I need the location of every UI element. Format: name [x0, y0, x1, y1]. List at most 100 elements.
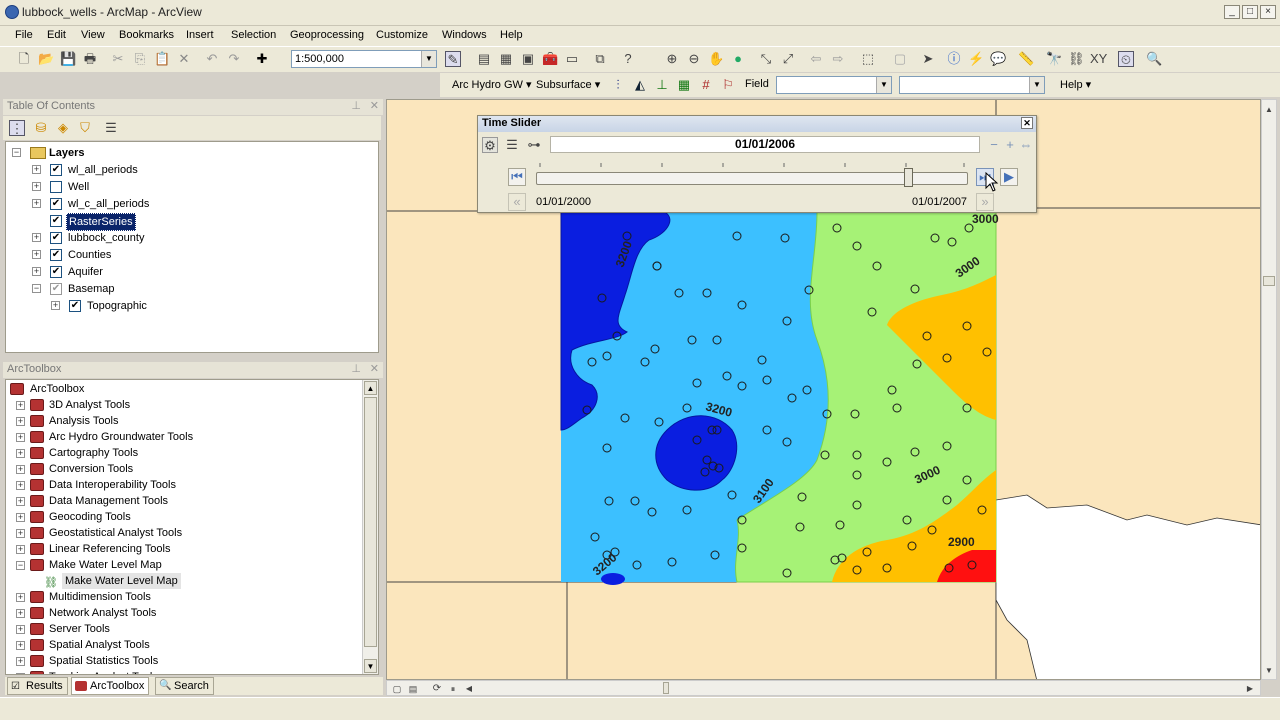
chevron-down-icon[interactable]: ▼ [1029, 77, 1044, 93]
expand-icon[interactable]: + [32, 233, 41, 242]
expand-icon[interactable]: + [16, 641, 25, 650]
layer-visibility-checkbox[interactable]: ✔ [50, 249, 62, 261]
section-icon[interactable]: # [698, 77, 714, 93]
close-icon[interactable]: ✕ [1021, 117, 1033, 129]
menu-view[interactable]: View [81, 29, 105, 41]
menu-file[interactable]: File [15, 29, 33, 41]
delete-icon[interactable]: ✕ [176, 51, 192, 67]
field-combo[interactable]: ▼ [776, 76, 892, 94]
layer-visibility-checkbox[interactable]: ✔ [69, 300, 81, 312]
expand-icon[interactable]: + [16, 545, 25, 554]
time-window-icon[interactable]: ⊶ [526, 137, 542, 153]
data-view-icon[interactable]: ▤ [407, 681, 419, 695]
expand-icon[interactable]: + [16, 417, 25, 426]
fixed-zoom-in-icon[interactable]: ⤡ [758, 51, 774, 67]
python-window-icon[interactable]: ▭ [564, 51, 580, 67]
map-display[interactable]: 3200 3000 3000 3200 3100 3000 2900 3200 … [386, 99, 1261, 680]
expand-icon[interactable]: + [16, 513, 25, 522]
current-date-field[interactable]: 01/01/2006 [550, 136, 980, 153]
scroll-left-icon[interactable]: ◀ [463, 681, 475, 695]
expand-icon[interactable]: + [16, 401, 25, 410]
select-elements-icon[interactable]: ➤ [920, 51, 936, 67]
catalog-icon[interactable]: ▦ [498, 51, 514, 67]
expand-icon[interactable]: + [16, 481, 25, 490]
expand-icon[interactable]: + [16, 529, 25, 538]
well-icon[interactable]: ⊥ [654, 77, 670, 93]
time-list-icon[interactable]: ☰ [504, 137, 520, 153]
close-button[interactable]: × [1260, 5, 1276, 19]
map-scale-combo[interactable]: 1:500,000 ▼ [291, 50, 437, 68]
whats-this-icon[interactable]: ? [620, 51, 636, 67]
pan-icon[interactable]: ✋ [708, 51, 724, 67]
scroll-down-icon[interactable]: ▼ [1263, 663, 1275, 675]
back-extent-icon[interactable]: ⇦ [808, 51, 824, 67]
flag-icon[interactable]: ⚐ [720, 77, 736, 93]
toolbox-scrollbar[interactable]: ▲ ▼ [362, 380, 378, 674]
measure-icon[interactable]: 📏 [1018, 51, 1034, 67]
expand-icon[interactable]: + [16, 673, 25, 674]
list-by-source-icon[interactable]: ⛁ [33, 120, 49, 136]
toolbox-icon[interactable]: 🧰 [542, 51, 558, 67]
editor-toolbar-icon[interactable]: ✎ [445, 51, 461, 67]
scroll-up-icon[interactable]: ▲ [364, 381, 377, 395]
expand-icon[interactable]: + [32, 199, 41, 208]
find-icon[interactable]: 🔭 [1046, 51, 1062, 67]
scroll-thumb[interactable] [663, 682, 669, 694]
forward-extent-icon[interactable]: ⇨ [830, 51, 846, 67]
search-window-icon[interactable]: ▣ [520, 51, 536, 67]
maximize-button[interactable]: □ [1242, 5, 1258, 19]
profile-icon[interactable]: ◭ [632, 77, 648, 93]
menu-edit[interactable]: Edit [47, 29, 66, 41]
identify-icon[interactable]: ⓘ [946, 51, 962, 67]
full-extent-icon[interactable]: ● [730, 51, 746, 67]
create-viewer-icon[interactable]: 🔍 [1146, 51, 1162, 67]
time-slider-titlebar[interactable]: Time Slider ✕ [478, 116, 1036, 132]
go-to-xy-icon[interactable]: XY [1090, 51, 1107, 67]
layer-visibility-checkbox[interactable] [50, 181, 62, 193]
expand-icon[interactable]: + [16, 465, 25, 474]
go-to-start-icon[interactable]: ⏮ [508, 168, 526, 186]
time-options-icon[interactable]: ⚙ [482, 137, 498, 153]
list-by-drawing-order-icon[interactable]: ⋮ [9, 120, 25, 136]
menu-bookmarks[interactable]: Bookmarks [119, 29, 174, 41]
subsurface-menu[interactable]: Subsurface ▾ [536, 78, 600, 91]
find-route-icon[interactable]: ⛓ [1068, 51, 1085, 67]
scroll-right-icon[interactable]: ▶ [1244, 681, 1256, 695]
scroll-down-icon[interactable]: ▼ [364, 659, 377, 673]
menu-insert[interactable]: Insert [186, 29, 214, 41]
hyperlink-icon[interactable]: ⚡ [968, 51, 984, 67]
fixed-zoom-out-icon[interactable]: ⤢ [780, 51, 796, 67]
paste-icon[interactable]: 📋 [154, 51, 170, 67]
undo-icon[interactable]: ↶ [204, 51, 220, 67]
layer-visibility-checkbox[interactable]: ✔ [50, 266, 62, 278]
tab-search[interactable]: 🔍 Search [155, 677, 214, 695]
arc-hydro-gw-menu[interactable]: Arc Hydro GW ▾ [452, 78, 531, 91]
menu-customize[interactable]: Customize [376, 29, 428, 41]
expand-icon[interactable]: + [16, 433, 25, 442]
3d-icon[interactable]: ⫶ [610, 77, 626, 93]
save-icon[interactable]: 💾 [60, 51, 76, 67]
zoom-in-icon[interactable]: ⊕ [664, 51, 680, 67]
pin-icon[interactable]: ⊥ [351, 362, 361, 375]
pause-drawing-icon[interactable]: ⏸ [447, 681, 459, 695]
collapse-icon[interactable]: − [12, 148, 21, 157]
cut-icon[interactable]: ✂ [110, 51, 126, 67]
layer-visibility-checkbox[interactable]: ✔ [50, 232, 62, 244]
expand-icon[interactable]: + [51, 301, 60, 310]
zoom-in-time-icon[interactable]: + [1002, 137, 1018, 153]
expand-icon[interactable]: + [32, 267, 41, 276]
menu-help[interactable]: Help [500, 29, 523, 41]
print-icon[interactable]: 🖶 [82, 51, 98, 67]
scroll-thumb[interactable] [364, 397, 377, 647]
expand-icon[interactable]: + [32, 250, 41, 259]
expand-icon[interactable]: + [16, 609, 25, 618]
close-icon[interactable]: ✕ [370, 362, 379, 375]
redo-icon[interactable]: ↷ [226, 51, 242, 67]
add-data-icon[interactable]: ✚ [254, 51, 270, 67]
collapse-icon[interactable]: − [16, 561, 25, 570]
html-popup-icon[interactable]: 💬 [990, 51, 1006, 67]
menu-windows[interactable]: Windows [442, 29, 487, 41]
go-to-end-icon[interactable]: ▶ [1000, 168, 1018, 186]
layer-visibility-checkbox[interactable]: ✔ [50, 198, 62, 210]
layer-visibility-checkbox[interactable]: ✔ [50, 215, 62, 227]
